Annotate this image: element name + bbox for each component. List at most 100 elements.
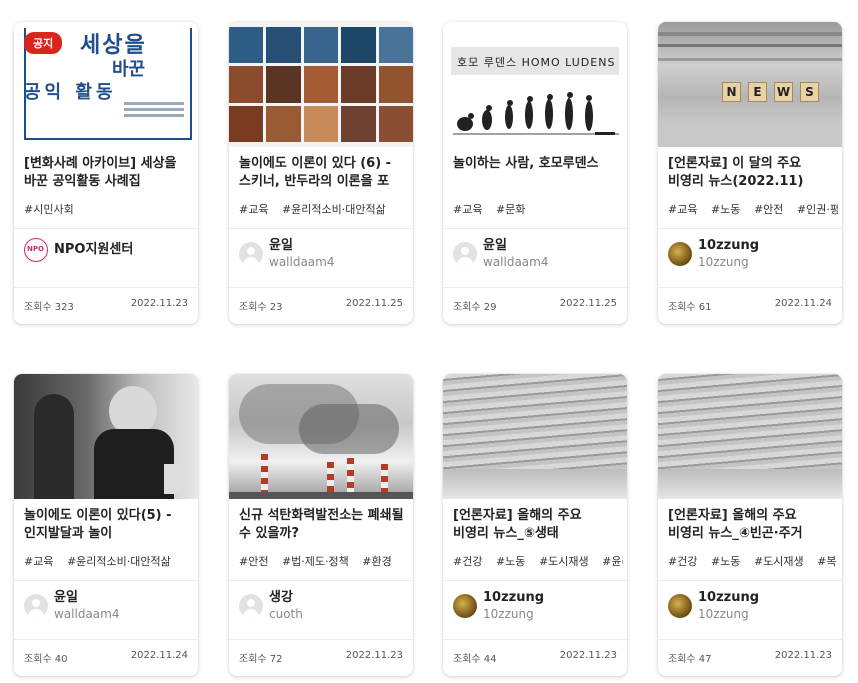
- notice-badge: 공지: [24, 32, 63, 54]
- post-card[interactable]: 세상을 바꾼 공익 활동 공지 [변화사례 아카이브] 세상을 바꾼 공익활동 …: [14, 22, 198, 324]
- post-date: 2022.11.23: [559, 650, 617, 661]
- post-date: 2022.11.24: [130, 650, 188, 661]
- tag-list: #교육 #노동 #안전 #인권·평: [668, 201, 838, 217]
- divider: [229, 228, 413, 229]
- post-title[interactable]: [변화사례 아카이브] 세상을 바꾼 공익활동 사례집: [24, 155, 190, 191]
- post-card[interactable]: [언론자료] 올해의 주요 비영리 뉴스_⑤생태 #건강 #노동 #도시재생 #…: [443, 374, 627, 676]
- tag[interactable]: #환경: [362, 555, 391, 568]
- author[interactable]: 10zzung 10zzung: [668, 238, 759, 270]
- view-count: 조회수 23: [239, 302, 283, 313]
- default-avatar-icon: [24, 594, 48, 618]
- tag-list: #교육 #윤리적소비·대안적삶: [24, 553, 194, 569]
- post-card[interactable]: 놀이에도 이론이 있다(5) - 인지발달과 놀이 #교육 #윤리적소비·대안적…: [14, 374, 198, 676]
- post-title[interactable]: 놀이하는 사람, 호모루덴스: [453, 155, 619, 173]
- card-footer: 조회수 47 2022.11.23: [668, 650, 832, 665]
- post-card[interactable]: 놀이에도 이론이 있다 (6) - 스키너, 반두라의 이론을 포 #교육 #윤…: [229, 22, 413, 324]
- tag[interactable]: #교육: [668, 203, 697, 216]
- tag[interactable]: #문화: [496, 203, 525, 216]
- tag-list: #교육 #문화: [453, 201, 623, 217]
- tag[interactable]: #복: [817, 555, 836, 568]
- author-name: 윤일: [269, 238, 293, 253]
- view-count: 조회수 61: [668, 302, 712, 313]
- tag[interactable]: #건강: [453, 555, 482, 568]
- thumbnail[interactable]: [658, 374, 842, 499]
- tag[interactable]: #도시재생: [539, 555, 589, 568]
- tag[interactable]: #시민사회: [24, 203, 74, 216]
- post-date: 2022.11.23: [130, 298, 188, 309]
- author-name: 10zzung: [698, 590, 760, 605]
- tag[interactable]: #도시재생: [754, 555, 804, 568]
- divider: [14, 639, 198, 640]
- divider: [14, 580, 198, 581]
- thumbnail[interactable]: N E W S: [658, 22, 842, 147]
- author[interactable]: 10zzung 10zzung: [668, 590, 759, 622]
- tag[interactable]: #노동: [711, 203, 740, 216]
- tag[interactable]: #인권·평: [797, 203, 838, 216]
- post-card[interactable]: 신규 석탄화력발전소는 폐쇄될 수 있을까? #안전 #법·제도·정책 #환경 …: [229, 374, 413, 676]
- tag-list: #안전 #법·제도·정책 #환경: [239, 553, 409, 569]
- thumbnail[interactable]: [229, 374, 413, 499]
- author[interactable]: 윤일 walldaam4: [239, 238, 334, 270]
- post-card[interactable]: N E W S [언론자료] 이 달의 주요 비영리 뉴스(2022.11) #…: [658, 22, 842, 324]
- tag-list: #건강 #노동 #도시재생 #윤리: [453, 553, 623, 569]
- post-title[interactable]: 놀이에도 이론이 있다 (6) - 스키너, 반두라의 이론을 포: [239, 155, 405, 191]
- author-id: 10zzung: [698, 255, 749, 269]
- author[interactable]: 윤일 walldaam4: [24, 590, 119, 622]
- default-avatar-icon: [239, 242, 263, 266]
- author[interactable]: 10zzung 10zzung: [453, 590, 544, 622]
- tag[interactable]: #법·제도·정책: [282, 555, 349, 568]
- author[interactable]: 윤일 walldaam4: [453, 238, 548, 270]
- post-card-grid: 세상을 바꾼 공익 활동 공지 [변화사례 아카이브] 세상을 바꾼 공익활동 …: [0, 0, 858, 683]
- card-footer: 조회수 29 2022.11.25: [453, 298, 617, 313]
- post-title[interactable]: [언론자료] 올해의 주요 비영리 뉴스_⑤생태: [453, 507, 619, 543]
- post-date: 2022.11.23: [774, 650, 832, 661]
- tag[interactable]: #안전: [239, 555, 268, 568]
- tag[interactable]: #윤리적소비·대안적삶: [282, 203, 386, 216]
- thumbnail-text: 공익 활동: [24, 82, 117, 103]
- author-id: 10zzung: [698, 607, 749, 621]
- author-name: NPO지원센터: [54, 242, 134, 257]
- author[interactable]: NPO NPO지원센터: [24, 238, 133, 262]
- tag[interactable]: #교육: [453, 203, 482, 216]
- tag[interactable]: #윤리적소비·대안적삶: [67, 555, 171, 568]
- author[interactable]: 생강 cuoth: [239, 590, 303, 622]
- author-id: walldaam4: [483, 255, 549, 269]
- avatar-label: NPO: [27, 245, 44, 253]
- view-count: 조회수 40: [24, 654, 68, 665]
- tag[interactable]: #노동: [496, 555, 525, 568]
- post-date: 2022.11.24: [774, 298, 832, 309]
- avatar: [668, 594, 692, 618]
- view-count: 조회수 72: [239, 654, 283, 665]
- tag[interactable]: #건강: [668, 555, 697, 568]
- tag[interactable]: #안전: [754, 203, 783, 216]
- author-id: cuoth: [269, 607, 303, 621]
- divider: [658, 228, 842, 229]
- post-card[interactable]: [언론자료] 올해의 주요 비영리 뉴스_④빈곤·주거 #건강 #노동 #도시재…: [658, 374, 842, 676]
- author-name: 10zzung: [483, 590, 545, 605]
- post-card[interactable]: 호모 루덴스 HOMO LUDENS 놀이하는 사람, 호모루덴스 #교육 #문…: [443, 22, 627, 324]
- tag[interactable]: #노동: [711, 555, 740, 568]
- post-date: 2022.11.25: [345, 298, 403, 309]
- thumbnail[interactable]: [14, 374, 198, 499]
- avatar: NPO: [24, 238, 48, 262]
- view-count: 조회수 47: [668, 654, 712, 665]
- scrabble-tile: E: [748, 82, 767, 102]
- post-date: 2022.11.25: [559, 298, 617, 309]
- author-name: 윤일: [483, 238, 507, 253]
- tag[interactable]: #교육: [24, 555, 53, 568]
- post-title[interactable]: [언론자료] 이 달의 주요 비영리 뉴스(2022.11): [668, 155, 834, 191]
- thumbnail[interactable]: [443, 374, 627, 499]
- view-count: 조회수 29: [453, 302, 497, 313]
- thumbnail[interactable]: 호모 루덴스 HOMO LUDENS: [443, 22, 627, 147]
- post-title[interactable]: [언론자료] 올해의 주요 비영리 뉴스_④빈곤·주거: [668, 507, 834, 543]
- avatar: [668, 242, 692, 266]
- post-title[interactable]: 놀이에도 이론이 있다(5) - 인지발달과 놀이: [24, 507, 190, 543]
- thumbnail[interactable]: [229, 22, 413, 147]
- thumbnail[interactable]: 세상을 바꾼 공익 활동 공지: [14, 22, 198, 147]
- view-count: 조회수 323: [24, 302, 74, 313]
- card-footer: 조회수 44 2022.11.23: [453, 650, 617, 665]
- author-name: 생강: [269, 590, 293, 605]
- tag[interactable]: #윤리: [602, 555, 623, 568]
- tag[interactable]: #교육: [239, 203, 268, 216]
- post-title[interactable]: 신규 석탄화력발전소는 폐쇄될 수 있을까?: [239, 507, 405, 543]
